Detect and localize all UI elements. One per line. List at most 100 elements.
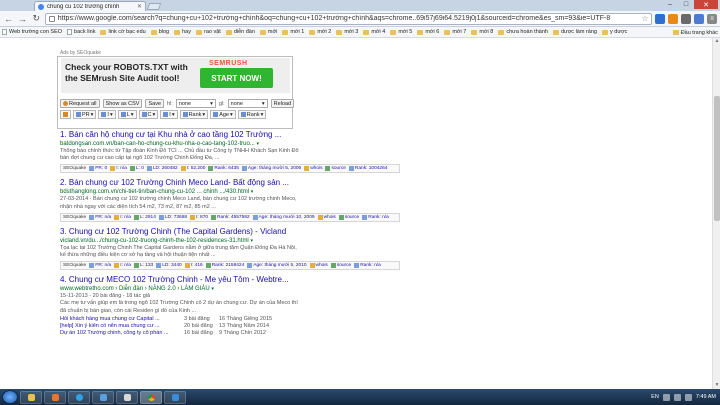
seo-metric[interactable]: Rank: n/a xyxy=(362,214,389,220)
reload-button[interactable]: Reload xyxy=(270,99,295,108)
bookmark-item[interactable]: mới 3 xyxy=(336,29,358,35)
save-button[interactable]: Save xyxy=(145,99,165,108)
seo-metric[interactable]: Rank: 6435 xyxy=(208,166,239,172)
chevron-down-icon[interactable]: ▾ xyxy=(250,238,253,244)
parameter-toggle[interactable]: I ▾ xyxy=(98,110,116,119)
tray-network-icon[interactable] xyxy=(673,393,681,401)
result-url[interactable]: vicland.vn/du.../chung-cu-102-truong-chi… xyxy=(60,237,480,245)
taskbar-app-icon[interactable] xyxy=(92,390,114,404)
bookmark-item[interactable]: Web trường con SEO xyxy=(2,29,62,35)
seo-metric[interactable]: I: n/a xyxy=(114,214,131,220)
extension-icon[interactable] xyxy=(668,13,679,24)
language-indicator[interactable]: EN xyxy=(651,394,659,400)
address-url[interactable]: https://www.google.com/search?q=chung+cu… xyxy=(58,15,638,22)
minimize-icon[interactable]: – xyxy=(662,0,678,9)
seo-metric[interactable]: L: 2914 xyxy=(133,214,156,220)
start-button[interactable] xyxy=(2,390,18,404)
bookmark-item[interactable]: mới 8 xyxy=(471,29,493,35)
bookmark-item[interactable]: mới 7 xyxy=(444,29,466,35)
sitelink-title[interactable]: Hỏi khách hàng mua chung cư Capital ... xyxy=(60,316,184,323)
seo-metric[interactable]: PR: n/a xyxy=(89,263,111,269)
seo-metric[interactable]: Rank: 2158424 xyxy=(205,263,244,269)
parameter-toggle[interactable]: L ▾ xyxy=(117,110,137,119)
menu-icon[interactable]: ≡ xyxy=(707,13,717,24)
seo-metric[interactable]: I: n/a xyxy=(114,263,131,269)
bookmark-item[interactable]: mới 6 xyxy=(417,29,439,35)
parameter-toggle[interactable]: C ▾ xyxy=(138,110,159,119)
seo-metric[interactable]: PR: 0 xyxy=(89,166,107,172)
result-title-link[interactable]: 1. Bán căn hộ chung cư tại Khu nhà ở cao… xyxy=(60,130,480,140)
bookmark-item[interactable]: mới 4 xyxy=(363,29,385,35)
result-title-link[interactable]: 2. Bán chung cư 102 Trường Chinh Meco La… xyxy=(60,178,480,188)
taskbar-media-icon[interactable] xyxy=(44,390,66,404)
vertical-scrollbar[interactable]: ▲ ▼ xyxy=(712,38,720,389)
bookmark-item[interactable]: back link xyxy=(67,29,95,35)
forward-arrow-icon[interactable]: → xyxy=(17,13,28,24)
seo-metric[interactable]: whois xyxy=(317,214,336,220)
bookmark-item[interactable]: blog xyxy=(150,29,169,35)
seo-metric[interactable]: Rank: 4557592 xyxy=(211,214,250,220)
bookmark-item[interactable]: chưa hoàn thành xyxy=(498,29,548,35)
parameter-toggle[interactable]: Age ▾ xyxy=(210,110,236,119)
bookmark-item[interactable]: mới 5 xyxy=(390,29,412,35)
taskbar-skype-icon[interactable] xyxy=(68,390,90,404)
seo-metric[interactable]: Rank: n/a xyxy=(354,263,381,269)
bookmark-item[interactable]: mới 1 xyxy=(282,29,304,35)
scroll-down-icon[interactable]: ▼ xyxy=(713,382,720,389)
parameter-toggle[interactable]: I ▾ xyxy=(160,110,178,119)
reload-icon[interactable]: ↻ xyxy=(31,13,42,24)
hl-select[interactable]: none ▾ xyxy=(175,99,216,108)
seo-metric[interactable]: L: 133 xyxy=(133,263,153,269)
bookmark-item[interactable]: link cờ bạc edu xyxy=(100,29,146,35)
bookmark-item[interactable]: hay xyxy=(174,29,191,35)
seo-metric[interactable]: L: 0 xyxy=(129,166,144,172)
seo-metric[interactable]: source xyxy=(338,214,359,220)
back-arrow-icon[interactable]: ← xyxy=(3,13,14,24)
taskbar-app-icon[interactable] xyxy=(164,390,186,404)
close-tab-icon[interactable]: ✕ xyxy=(137,3,142,10)
tray-flag-icon[interactable] xyxy=(662,393,670,401)
address-bar[interactable]: https://www.google.com/search?q=chung+cu… xyxy=(44,12,653,25)
seo-metric[interactable]: whois xyxy=(309,263,328,269)
seo-metric[interactable]: I: 870 xyxy=(190,214,208,220)
result-url[interactable]: bdsthanglong.com.vn/chi-tiet-tin/ban-chu… xyxy=(60,188,480,196)
gl-select[interactable]: none ▾ xyxy=(227,99,268,108)
other-bookmarks[interactable]: Đầu trang khác xyxy=(668,27,718,37)
scroll-up-icon[interactable]: ▲ xyxy=(713,38,720,45)
result-url[interactable]: batdongsan.com.vn/ban-can-ho-chung-cu-kh… xyxy=(60,140,480,148)
bookmark-item[interactable]: mới 2 xyxy=(309,29,331,35)
request-all-button[interactable]: Request all xyxy=(60,99,100,108)
scrollbar-thumb[interactable] xyxy=(714,96,720,221)
bookmark-item[interactable]: diễn đàn xyxy=(225,29,255,35)
extension-icon[interactable] xyxy=(694,13,705,24)
result-title-link[interactable]: 4. Chung cư MECO 102 Trường Chinh - Me y… xyxy=(60,275,480,285)
seo-metric[interactable]: Rank: 1004264 xyxy=(348,166,387,172)
seoquake-settings-icon[interactable] xyxy=(60,110,71,119)
chevron-down-icon[interactable]: ▾ xyxy=(251,189,254,195)
start-now-button[interactable]: START NOW! xyxy=(200,68,273,88)
chevron-down-icon[interactable]: ▾ xyxy=(211,286,214,292)
bookmark-item[interactable]: y dược xyxy=(601,29,627,35)
seo-metric[interactable]: PR: n/a xyxy=(89,214,111,220)
seo-metric[interactable]: Age: tháng mười 10, 2009 xyxy=(252,214,315,220)
seo-metric[interactable]: LD: 260482 xyxy=(146,166,178,172)
parameter-toggle[interactable]: Rank ▾ xyxy=(237,110,267,119)
result-url[interactable]: www.webtretho.com › Diễn đàn › NĂNG 2.0 … xyxy=(60,285,480,293)
parameter-toggle[interactable]: PR ▾ xyxy=(73,110,97,119)
taskbar-app-icon[interactable] xyxy=(116,390,138,404)
seo-metric[interactable]: I: n/a xyxy=(110,166,127,172)
seo-metric[interactable]: I: 416 xyxy=(184,263,203,269)
taskbar-chrome-icon[interactable] xyxy=(140,390,162,404)
seoquake-extension-icon[interactable] xyxy=(655,13,666,24)
tray-volume-icon[interactable] xyxy=(684,393,692,401)
bookmark-star-icon[interactable]: ☆ xyxy=(641,14,648,23)
seo-metric[interactable]: LD: 3440 xyxy=(156,263,182,269)
bookmark-item[interactable]: dược làm rảng xyxy=(552,29,597,35)
sitelink-title[interactable]: Dự án 102 Trường chinh, công ty cổ phần … xyxy=(60,330,184,337)
chevron-down-icon[interactable]: ▾ xyxy=(256,141,259,147)
seo-metric[interactable]: Age: tháng mười 5, 2006 xyxy=(241,166,301,172)
bookmark-item[interactable]: rao vặt xyxy=(195,29,221,35)
seo-metric[interactable]: Age: tháng mười 5, 2010 xyxy=(247,263,307,269)
result-title-link[interactable]: 3. Chung cư 102 Trường Chinh (The Capita… xyxy=(60,227,480,237)
seo-metric[interactable]: LD: 73668 xyxy=(158,214,187,220)
